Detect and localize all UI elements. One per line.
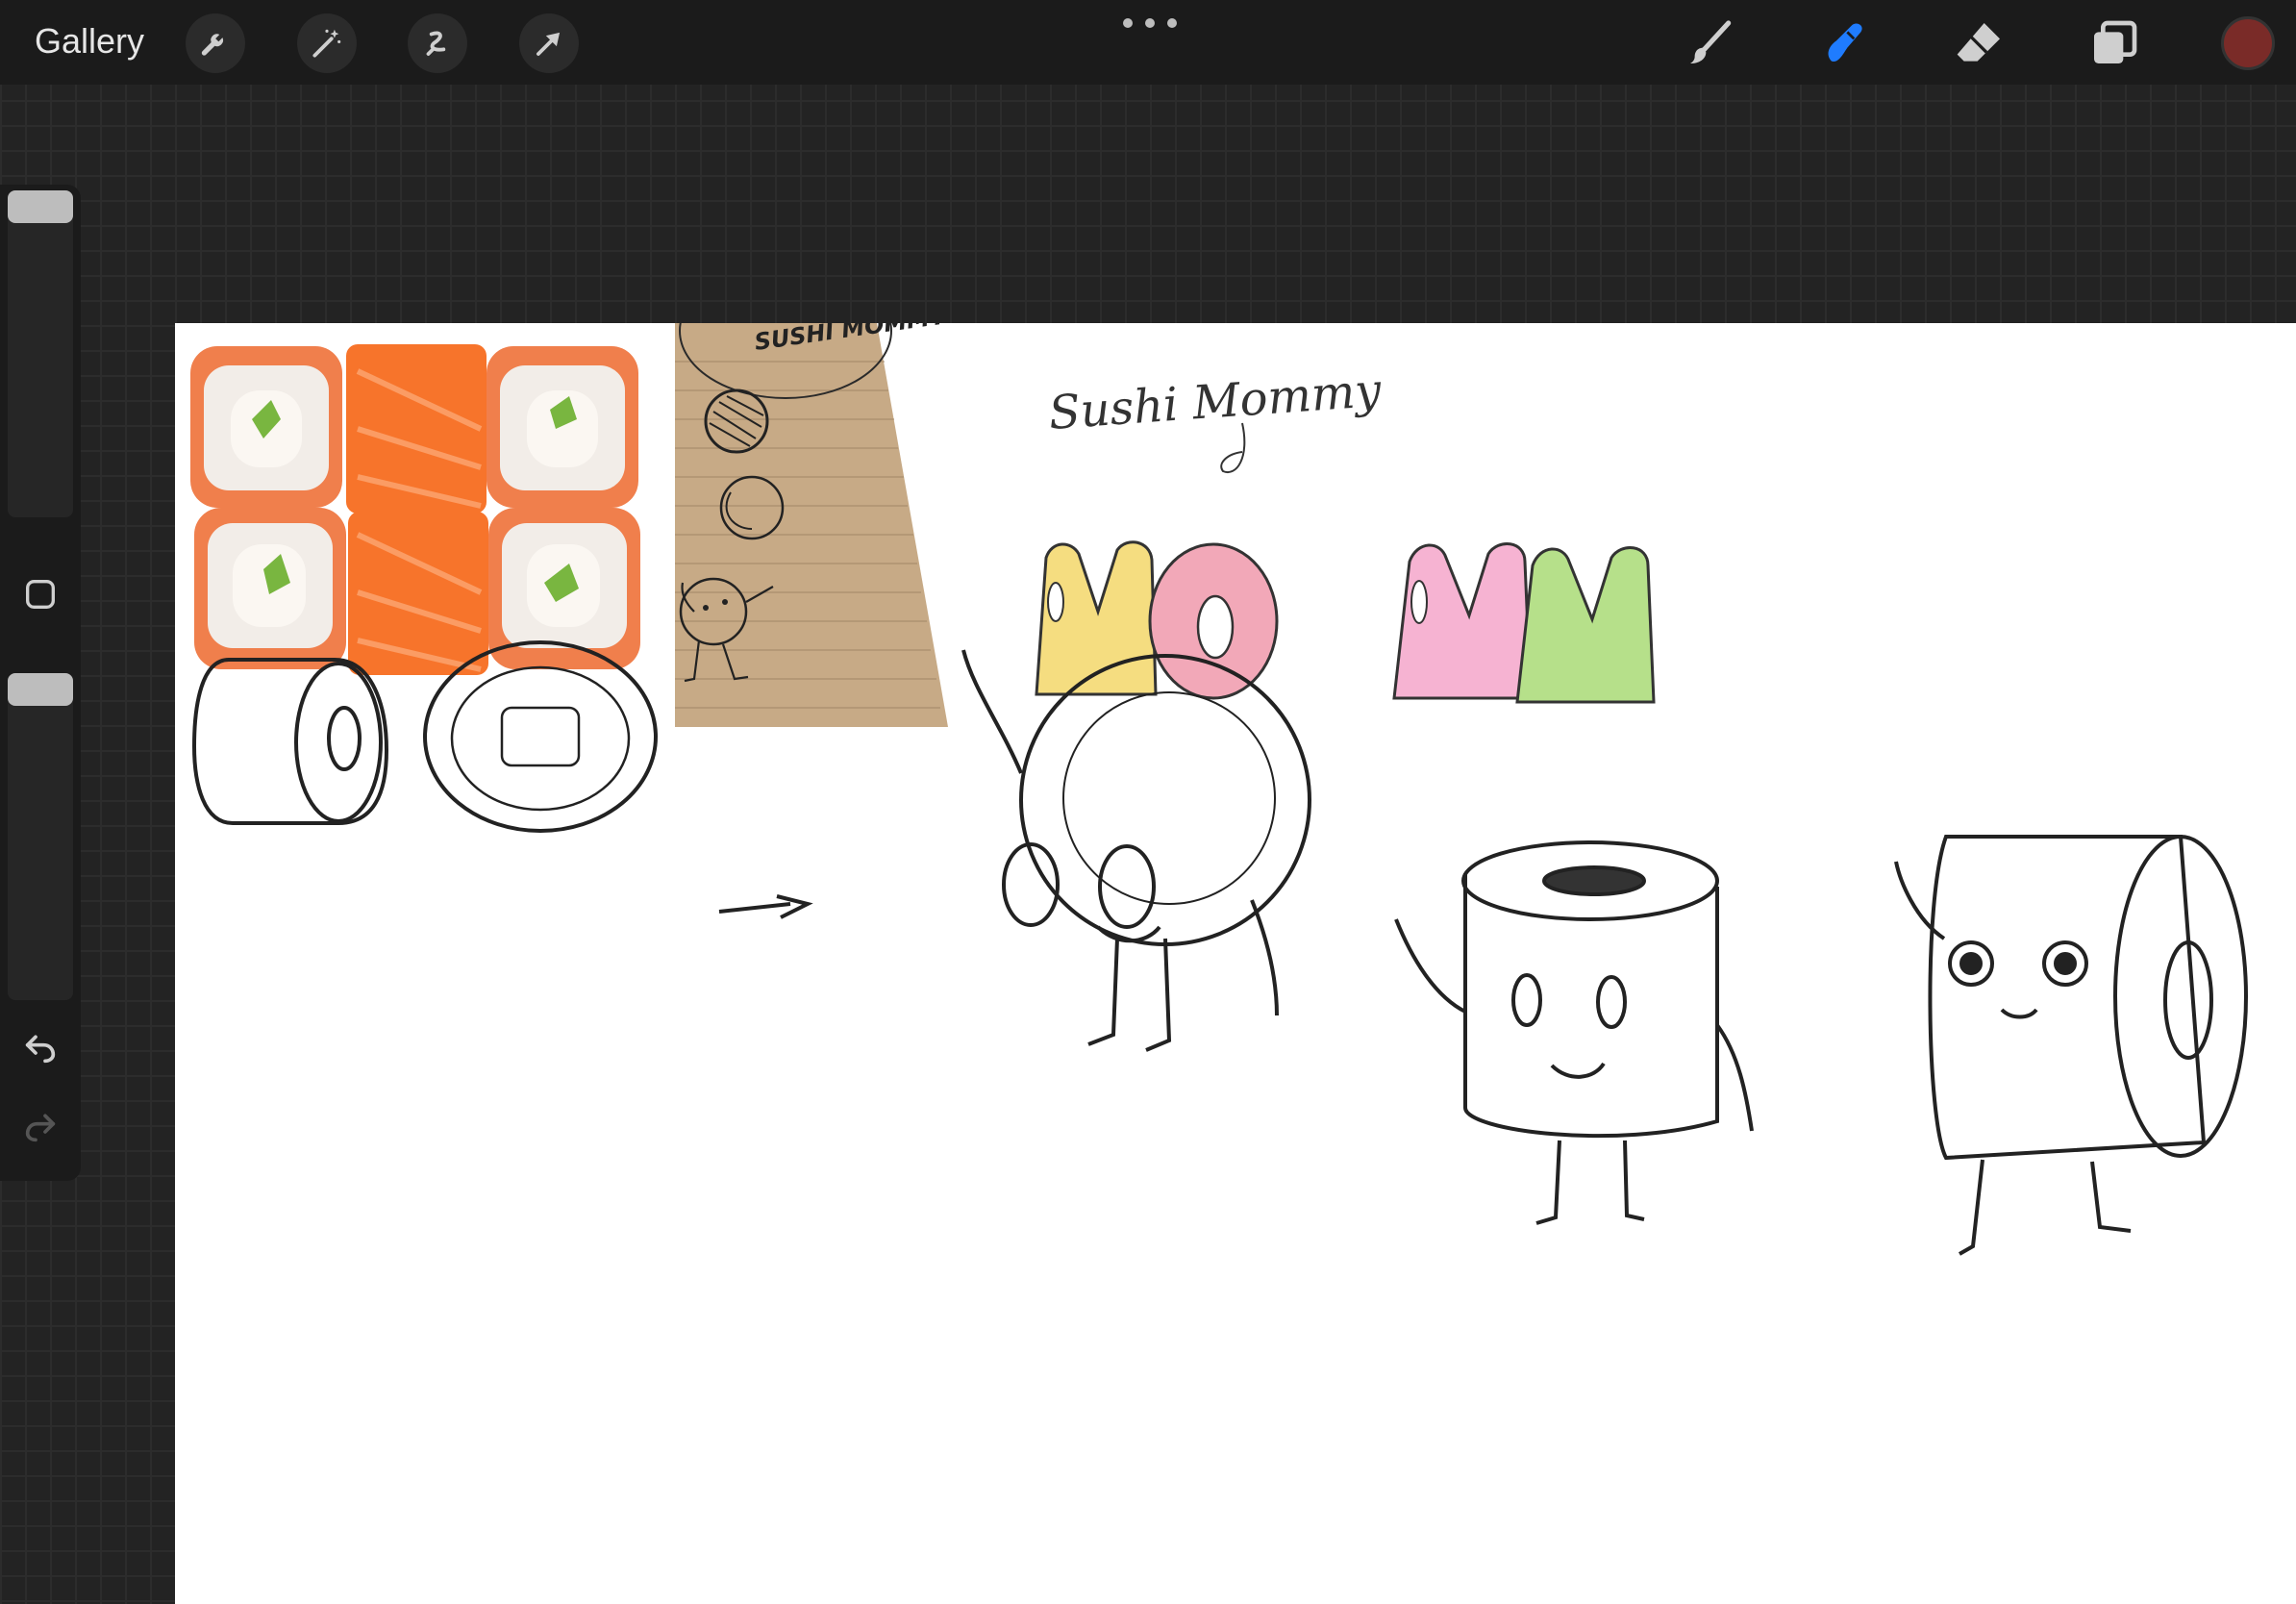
opacity-handle[interactable] — [8, 673, 73, 706]
selection-button[interactable] — [408, 13, 467, 73]
transform-arrow-icon — [537, 32, 561, 56]
opacity-slider[interactable] — [8, 673, 73, 1000]
transform-button[interactable] — [519, 13, 579, 73]
brush-tool[interactable] — [1679, 13, 1742, 73]
brush-icon — [1690, 20, 1732, 63]
drawing-canvas[interactable]: SUSHI MOMMY Sushi Mommy — [175, 323, 2296, 1604]
color-picker-button[interactable] — [2221, 16, 2275, 70]
character-sketch-round — [961, 649, 1311, 1052]
sushi-photo-reference — [190, 344, 640, 675]
adjustments-button[interactable] — [297, 13, 357, 73]
wrench-icon — [201, 34, 224, 56]
handwritten-title: Sushi Mommy — [1047, 363, 1384, 440]
selection-icon — [426, 31, 446, 56]
top-toolbar: Gallery — [0, 0, 2296, 85]
magic-wand-icon — [312, 29, 341, 58]
character-sketch-side-roll — [1894, 835, 2248, 1256]
modify-button[interactable] — [15, 569, 65, 619]
layers-tool[interactable] — [2083, 13, 2146, 73]
redo-icon — [25, 1114, 56, 1142]
letter-sketch-mm — [1392, 542, 1656, 704]
notebook-sketch-reference: SUSHI MOMMY — [675, 323, 950, 727]
smudge-icon — [1828, 23, 1862, 63]
redo-button[interactable] — [15, 1102, 65, 1152]
gallery-button[interactable]: Gallery — [35, 21, 144, 62]
eraser-tool[interactable] — [1948, 13, 2011, 73]
eraser-icon — [1957, 23, 2000, 62]
canvas-artwork: SUSHI MOMMY Sushi Mommy — [190, 323, 2248, 1256]
brush-size-handle[interactable] — [8, 190, 73, 223]
more-options-icon[interactable] — [1123, 12, 1177, 35]
layers-icon — [2094, 20, 2137, 63]
smudge-tool[interactable] — [1813, 13, 1877, 73]
letter-sketch-mo — [1035, 540, 1279, 700]
undo-button[interactable] — [15, 1023, 65, 1073]
square-modify-icon — [26, 580, 55, 609]
arrow-sketch — [718, 902, 791, 914]
undo-icon — [25, 1035, 56, 1064]
actions-button[interactable] — [186, 13, 245, 73]
brush-size-slider[interactable] — [8, 190, 73, 517]
left-sidebar — [0, 185, 81, 1181]
